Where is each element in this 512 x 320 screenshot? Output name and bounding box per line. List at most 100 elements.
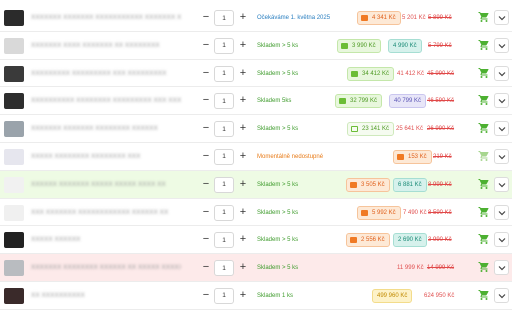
- product-thumbnail[interactable]: [4, 287, 24, 304]
- product-name[interactable]: XXXXX XXXXXXXX XXXXXXXX XXX: [31, 153, 181, 161]
- quantity-decrease-button[interactable]: −: [200, 12, 212, 24]
- quantity-input[interactable]: [214, 93, 234, 110]
- price-badge-value: 2 556 Kč: [361, 237, 385, 244]
- price-badge: 499 960 Kč: [372, 288, 413, 303]
- quantity-decrease-button[interactable]: −: [200, 289, 212, 302]
- original-price: 45 990 Kč: [427, 70, 455, 77]
- quantity-increase-button[interactable]: +: [237, 39, 249, 52]
- product-thumbnail[interactable]: [4, 260, 24, 277]
- expand-chevron-button[interactable]: [494, 287, 509, 303]
- quantity-decrease-button[interactable]: −: [200, 123, 212, 135]
- expand-chevron-button[interactable]: [494, 204, 509, 220]
- price-badge-value: 2 690 Kč: [398, 237, 422, 244]
- quantity-input[interactable]: [214, 10, 234, 26]
- expand-chevron-button[interactable]: [494, 176, 509, 192]
- quantity-decrease-button[interactable]: −: [200, 206, 212, 219]
- quantity-increase-button[interactable]: +: [237, 150, 249, 163]
- add-to-cart-icon[interactable]: [478, 150, 492, 164]
- expand-chevron-button[interactable]: [494, 260, 509, 276]
- quantity-increase-button[interactable]: +: [237, 123, 249, 135]
- price-badge: 2 690 Kč: [393, 233, 427, 248]
- expand-chevron-button[interactable]: [494, 10, 509, 25]
- stock-status: Skladem > 5 ks: [257, 237, 299, 244]
- stock-status: Momentálně nedostupné: [257, 153, 324, 160]
- product-thumbnail[interactable]: [4, 176, 24, 193]
- product-row: XXXXXXX XXXXXXXX XXXXXX XX XXXXX XXXXXXX…: [0, 254, 512, 282]
- add-to-cart-icon[interactable]: [478, 289, 492, 303]
- product-name[interactable]: XXXXXXXXX XXXXXXXXX XXX XXXXXXXXX: [31, 70, 181, 78]
- quantity-decrease-button[interactable]: −: [200, 95, 212, 107]
- product-thumbnail[interactable]: [4, 232, 24, 249]
- add-to-cart-icon[interactable]: [478, 233, 492, 247]
- price-badge-value: 6 881 Kč: [398, 181, 422, 188]
- quantity-input[interactable]: [214, 232, 234, 249]
- quantity-decrease-button[interactable]: −: [200, 234, 212, 246]
- product-row: XXXXXX XXXXXXX XXXXX XXXXX XXXX XX − + Skla…: [0, 170, 512, 199]
- quantity-input[interactable]: [214, 121, 234, 138]
- quantity-input[interactable]: [214, 176, 234, 193]
- add-to-cart-icon[interactable]: [478, 67, 492, 81]
- original-price: 8 999 Kč: [428, 181, 452, 188]
- add-to-cart-icon[interactable]: [478, 94, 492, 108]
- add-to-cart-icon[interactable]: [478, 206, 492, 220]
- quantity-input[interactable]: [214, 204, 234, 221]
- quantity-increase-button[interactable]: +: [237, 234, 249, 246]
- quantity-input[interactable]: [214, 148, 234, 165]
- price-badge-value: 4 990 Kč: [393, 42, 417, 49]
- add-to-cart-icon[interactable]: [478, 11, 492, 25]
- quantity-input[interactable]: [214, 65, 234, 82]
- product-thumbnail[interactable]: [4, 10, 24, 26]
- quantity-decrease-button[interactable]: −: [200, 67, 212, 80]
- product-thumbnail[interactable]: [4, 37, 24, 54]
- product-name[interactable]: XXX XXXXXXX XXXXXXXXXXXX XXXXXX XX: [31, 209, 181, 217]
- product-name[interactable]: XXXXXXX XXXXXXXX XXXXXX XX XXXXX XXXXXXX…: [31, 264, 181, 272]
- product-row: XXXXXXXXX XXXXXXXXX XXX XXXXXXXXX − + Sklad…: [0, 60, 512, 88]
- expand-chevron-button[interactable]: [494, 232, 509, 248]
- discount-icon: [361, 209, 368, 216]
- product-thumbnail[interactable]: [4, 204, 24, 221]
- quantity-decrease-button[interactable]: −: [200, 150, 212, 163]
- add-to-cart-icon[interactable]: [478, 178, 492, 192]
- chevron-down-icon: [498, 16, 506, 21]
- expand-chevron-button[interactable]: [494, 37, 509, 53]
- quantity-increase-button[interactable]: +: [237, 178, 249, 191]
- expand-chevron-button[interactable]: [494, 93, 509, 109]
- quantity-increase-button[interactable]: +: [237, 67, 249, 80]
- quantity-increase-button[interactable]: +: [237, 206, 249, 219]
- price-badge: 23 141 Kč: [347, 122, 395, 137]
- product-thumbnail[interactable]: [4, 93, 24, 110]
- product-thumbnail[interactable]: [4, 65, 24, 82]
- current-price: 41 412 Kč: [397, 70, 425, 77]
- product-name[interactable]: XXXXX XXXXXX: [31, 236, 181, 244]
- product-name[interactable]: XXXXXXXXXX XXXXXXXX XXXXXXXXX XXX XXXX: [31, 97, 181, 105]
- quantity-input[interactable]: [214, 37, 234, 54]
- expand-chevron-button[interactable]: [494, 65, 509, 81]
- product-name[interactable]: XXXXXXX XXXX XXXXXXX XX XXXXXXXX: [31, 42, 181, 50]
- quantity-decrease-button[interactable]: −: [200, 262, 212, 274]
- quantity-increase-button[interactable]: +: [237, 12, 249, 24]
- add-to-cart-icon[interactable]: [478, 261, 492, 275]
- discount-icon: [339, 98, 346, 105]
- product-name[interactable]: XX XXXXXXXXXX: [31, 292, 181, 300]
- quantity-input[interactable]: [214, 287, 234, 304]
- price-badge-value: 32 799 Kč: [350, 98, 378, 105]
- quantity-decrease-button[interactable]: −: [200, 39, 212, 52]
- add-to-cart-icon[interactable]: [478, 39, 492, 53]
- quantity-increase-button[interactable]: +: [237, 289, 249, 302]
- product-name[interactable]: XXXXXXX XXXXXXX XXXXXXXX XXXXXX: [31, 125, 181, 133]
- product-list: XXXXXXX XXXXXXX XXXXXXXXXXX XXXXXXX XXXX…: [0, 4, 512, 310]
- product-row: XXXXXXX XXXX XXXXXXX XX XXXXXXXX − + Sklade…: [0, 32, 512, 60]
- discount-icon: [351, 70, 358, 77]
- quantity-increase-button[interactable]: +: [237, 262, 249, 274]
- product-thumbnail[interactable]: [4, 148, 24, 165]
- price-badge: 4 990 Kč: [388, 38, 422, 53]
- quantity-increase-button[interactable]: +: [237, 95, 249, 107]
- product-name[interactable]: XXXXXXX XXXXXXX XXXXXXXXXXX XXXXXXX XXXX…: [31, 14, 181, 22]
- quantity-decrease-button[interactable]: −: [200, 178, 212, 191]
- expand-chevron-button[interactable]: [494, 148, 509, 164]
- product-thumbnail[interactable]: [4, 121, 24, 138]
- quantity-input[interactable]: [214, 260, 234, 277]
- product-name[interactable]: XXXXXX XXXXXXX XXXXX XXXXX XXXX XX: [31, 181, 181, 189]
- add-to-cart-icon[interactable]: [478, 122, 492, 136]
- expand-chevron-button[interactable]: [494, 121, 509, 137]
